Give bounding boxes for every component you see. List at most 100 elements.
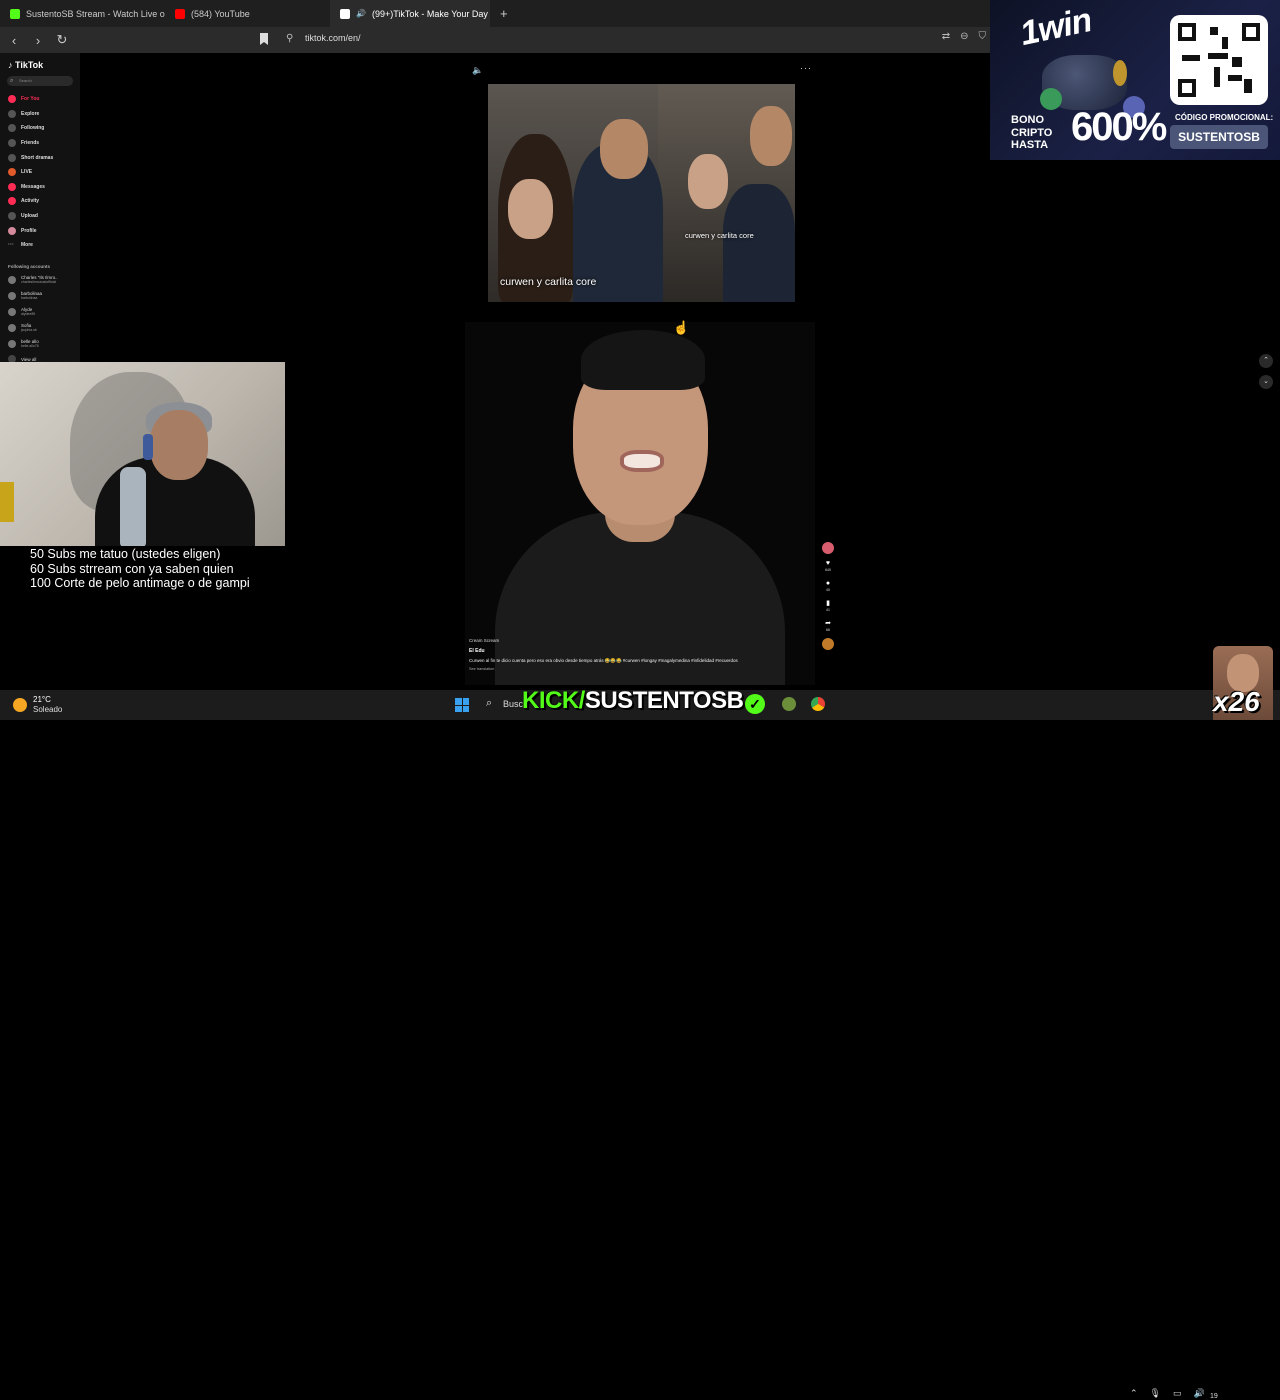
kick-favicon-icon [10,8,20,19]
app-icon[interactable] [782,697,796,711]
activity-icon [8,197,16,205]
forward-button[interactable]: › [28,30,48,50]
speaker-icon[interactable]: 🔊 [1194,1388,1205,1399]
goal-line: 60 Subs strream con ya saben quien [30,561,234,576]
avatar [8,323,16,332]
taskbar-search[interactable]: Busc [503,699,523,709]
bookmark-icon[interactable] [260,33,268,45]
kick-channel-overlay: KICK/SUSTENTOSB [522,687,744,714]
comment-icon[interactable]: ● [826,580,830,588]
temperature: 21°C [33,695,51,704]
video-meta: Cream Scream El Edu Curwen al fin te dic… [469,638,769,671]
account-item[interactable]: barbolinaa barbolinaa [8,291,42,300]
clock[interactable]: 19 [1210,1393,1218,1400]
next-video-button[interactable]: ⌄ [1259,375,1273,389]
video-author[interactable]: El Edu [469,648,769,654]
profile-icon [8,227,16,235]
tab-label: SustentoSB Stream - Watch Live on K [26,8,165,19]
nav-live[interactable]: LIVE [8,168,32,176]
avatar [8,275,16,284]
search-input[interactable]: ⌕ Search [7,76,73,86]
account-item[interactable]: belle allo belle.allo76 [8,339,39,348]
sponsor-logo: 1win [1016,0,1095,54]
avatar [8,291,16,300]
tab-label: (99+)TikTok - Make Your Day [371,8,488,19]
windows-start-icon[interactable] [455,698,469,712]
back-button[interactable]: ‹ [4,30,24,50]
compass-icon [8,110,16,118]
bonus-percent: 600% [1071,105,1167,149]
promo-code: SUSTENTOSB [1170,125,1268,149]
nav-friends[interactable]: Friends [8,139,39,147]
audio-playing-icon: 🔊 [356,9,366,18]
music-disc-icon[interactable] [822,638,834,650]
tab-tiktok[interactable]: 🔊 (99+)TikTok - Make Your Day × [330,0,490,27]
address-bar[interactable]: tiktok.com/en/ [305,33,361,43]
account-item[interactable]: Charles "Ils Ilmro.. charlesilmrosostoffi… [8,275,58,284]
tiktok-logo[interactable]: ♪ TikTok [8,60,43,70]
avatar [8,339,16,348]
nav-messages[interactable]: Messages [8,183,45,191]
nav-activity[interactable]: Activity [8,197,39,205]
youtube-favicon-icon [175,8,185,19]
nav-upload[interactable]: Upload [8,212,38,220]
comment-count: 40 [826,588,830,592]
following-accounts-title: Following accounts [8,264,51,269]
upload-icon [8,212,16,220]
sub-goals: 50 Subs me tatuo (ustedes eligen) 60 Sub… [30,547,250,591]
nav-more[interactable]: ··· More [8,241,33,249]
streamer-webcam [0,362,285,546]
tab-youtube[interactable]: (584) YouTube [165,0,330,27]
share-icon[interactable]: ➦ [825,620,831,628]
nav-explore[interactable]: Explore [8,110,39,118]
home-icon [8,95,16,103]
crypto-coin-icon [1113,60,1127,86]
promo-code-label: CÓDIGO PROMOCIONAL: [1175,113,1274,122]
reload-button[interactable]: ↻ [52,30,72,50]
video-player-2[interactable]: Cream Scream El Edu Curwen al fin te dic… [465,322,815,685]
save-count: 41 [826,608,830,612]
sponsor-banner: 1win BONO CRIPTO HASTA 600% CÓDIGO PROMO… [990,0,1280,160]
messages-icon [8,183,16,191]
microphone-icon[interactable]: 🎙 [1150,1388,1161,1399]
nav-profile[interactable]: Profile [8,227,37,235]
live-icon [8,168,16,176]
tiktok-favicon-icon [340,8,350,19]
network-icon[interactable]: ▭ [1173,1388,1182,1399]
translate-icon[interactable]: ⇄ [942,31,950,42]
volume-icon[interactable]: 🔈 [472,65,483,76]
share-count: 66 [826,628,830,632]
zoom-icon[interactable]: ⊖ [960,31,968,42]
video-caption-small: curwen y carlita core [685,231,754,240]
crypto-coin-icon [1040,88,1062,110]
shield-icon[interactable]: ⛉ [979,31,987,42]
site-info-icon[interactable]: ⚲ [286,33,293,44]
more-options-icon[interactable]: ··· [800,63,812,73]
browser-toolbar: ‹ › ↻ ⚲ tiktok.com/en/ ⇄ ⊖ ⛉ [0,27,990,53]
new-tab-button[interactable]: + [490,0,518,27]
emote-multiplier: x26 [1213,686,1260,717]
nav-short-dramas[interactable]: Short dramas [8,154,53,162]
account-item[interactable]: Sofia jsophia.sb [8,323,37,332]
weather-condition: Soleado [33,705,63,714]
nav-following[interactable]: Following [8,124,44,132]
video-player-1[interactable]: curwen y carlita core curwen y carlita c… [488,84,795,302]
goal-line: 50 Subs me tatuo (ustedes eligen) [30,547,221,561]
author-avatar[interactable] [822,542,834,554]
chrome-icon[interactable] [811,697,825,711]
account-item[interactable]: Alyde alydee89 [8,307,35,316]
sound-tag[interactable]: Cream Scream [469,638,769,643]
search-icon[interactable]: ⌕ [486,697,492,710]
weather-sun-icon[interactable] [13,698,27,712]
tab-label: (584) YouTube [191,8,250,19]
friends-icon [8,139,16,147]
previous-video-button[interactable]: ⌃ [1259,354,1273,368]
avatar [8,307,16,316]
goal-line: 100 Corte de pelo antimage o de gampi [30,576,250,590]
nav-for-you[interactable]: For You [8,95,39,103]
chevron-up-icon[interactable]: ⌃ [1130,1388,1138,1399]
tab-kick[interactable]: SustentoSB Stream - Watch Live on K [0,0,165,27]
see-translation-link[interactable]: See translation [469,667,769,671]
like-icon[interactable]: ♥ [826,560,830,568]
bookmark-save-icon[interactable]: ▮ [826,600,830,608]
